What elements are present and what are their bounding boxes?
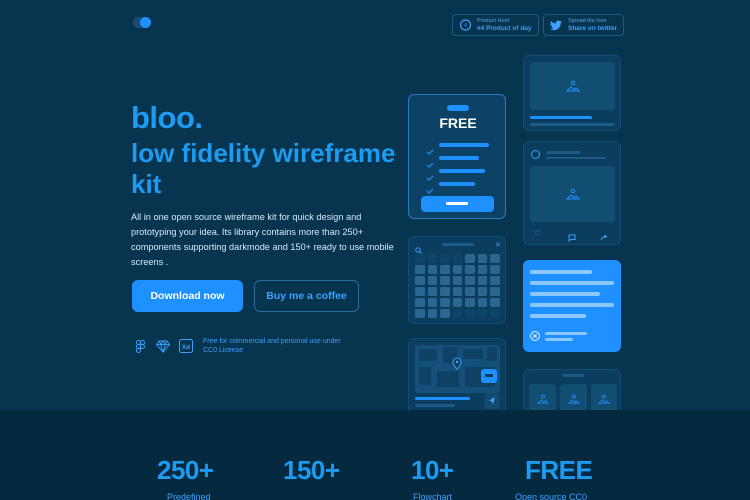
calendar-day-cell	[427, 309, 437, 318]
calendar-day-cell	[452, 298, 462, 307]
stat-license-number: FREE	[525, 455, 593, 485]
navigate-icon	[484, 393, 500, 409]
calendar-day-cell	[440, 276, 450, 285]
avatar	[530, 331, 540, 341]
calendar-day-cell	[452, 287, 462, 296]
calendar-day-cell	[440, 298, 450, 307]
svg-text:Xd: Xd	[182, 344, 190, 351]
stat-components-number: 250+	[157, 455, 214, 485]
logo-toggle[interactable]	[133, 17, 151, 28]
calendar-day-cell	[490, 276, 500, 285]
pricing-card-title: FREE	[439, 115, 477, 131]
layers-button	[481, 369, 497, 383]
share-icon	[600, 229, 608, 247]
stat-license-label: Open source CC0	[515, 492, 588, 500]
location-pin-icon	[452, 357, 462, 375]
calendar-day-cell	[427, 287, 437, 296]
calendar-day-cell	[490, 298, 500, 307]
share-action: Share on twitter	[568, 24, 618, 32]
calendar-day-cell	[477, 287, 487, 296]
calendar-day-cell	[452, 254, 462, 263]
calendar-day-cell	[465, 287, 475, 296]
calendar-day-cell	[452, 265, 462, 274]
stat-screens-number: 150+	[283, 455, 340, 485]
calendar-day-cell	[465, 276, 475, 285]
calendar-day-cell	[415, 298, 425, 307]
product-hunt-label: Product Hunt	[477, 17, 510, 24]
calendar-day-cell	[477, 298, 487, 307]
calendar-day-cell	[465, 309, 475, 318]
page-title: low fidelity wireframe kit	[131, 138, 396, 199]
figma-icon	[133, 339, 147, 353]
heart-icon: ♡	[534, 229, 542, 238]
avatar	[531, 150, 540, 159]
medal-icon: 4	[458, 18, 472, 32]
calendar-day-cell	[452, 309, 462, 318]
calendar-day-cell	[440, 287, 450, 296]
svg-text:4: 4	[464, 23, 467, 29]
xd-icon: Xd	[179, 339, 193, 353]
message-card-preview	[523, 260, 621, 352]
calendar-day-cell	[415, 309, 425, 318]
pricing-card-preview: FREE	[408, 94, 506, 219]
calendar-day-cell	[465, 265, 475, 274]
calendar-day-cell	[490, 309, 500, 318]
share-twitter-badge[interactable]: Spread the love Share on twitter	[543, 14, 625, 36]
calendar-day-cell	[465, 298, 475, 307]
download-button[interactable]: Download now	[132, 280, 243, 312]
calendar-day-cell	[440, 265, 450, 274]
image-card-preview	[523, 55, 621, 131]
calendar-grid	[415, 254, 501, 320]
calendar-day-cell	[477, 254, 487, 263]
calendar-day-cell	[415, 254, 425, 263]
close-icon: ✕	[495, 242, 501, 249]
calendar-day-cell	[427, 276, 437, 285]
calendar-day-cell	[415, 265, 425, 274]
calendar-day-cell	[415, 287, 425, 296]
stats-section	[0, 410, 750, 500]
stat-flowchart-number: 10+	[411, 455, 454, 485]
calendar-day-cell	[490, 254, 500, 263]
calendar-day-cell	[465, 254, 475, 263]
brand-logo: bloo.	[131, 100, 203, 135]
calendar-day-cell	[477, 309, 487, 318]
twitter-icon	[549, 18, 563, 32]
buy-coffee-button[interactable]: Buy me a coffee	[254, 280, 359, 312]
comment-icon	[568, 229, 576, 247]
calendar-day-cell	[477, 265, 487, 274]
calendar-card-preview: ✕	[408, 236, 506, 324]
calendar-day-cell	[440, 254, 450, 263]
sketch-icon	[156, 339, 170, 353]
calendar-day-cell	[477, 276, 487, 285]
calendar-day-cell	[427, 265, 437, 274]
share-label: Spread the love	[568, 17, 607, 24]
product-hunt-rank: #4 Product of day	[477, 24, 532, 32]
license-note: Free for commercial and personal use und…	[203, 338, 341, 354]
calendar-day-cell	[490, 265, 500, 274]
calendar-day-cell	[427, 298, 437, 307]
image-icon	[530, 166, 615, 222]
calendar-day-cell	[427, 254, 437, 263]
calendar-day-cell	[415, 276, 425, 285]
product-hunt-badge[interactable]: 4 Product Hunt #4 Product of day	[452, 14, 539, 36]
pricing-card-button	[421, 196, 494, 212]
calendar-day-cell	[452, 276, 462, 285]
map-card-preview	[408, 338, 506, 418]
stat-flowchart-label: Flowchart	[413, 492, 453, 500]
hero-description: All in one open source wireframe kit for…	[131, 212, 394, 267]
calendar-day-cell	[490, 287, 500, 296]
calendar-day-cell	[440, 309, 450, 318]
image-icon	[530, 62, 615, 110]
stat-components-label: Predefined	[167, 492, 211, 500]
post-card-preview: ♡	[523, 141, 621, 245]
